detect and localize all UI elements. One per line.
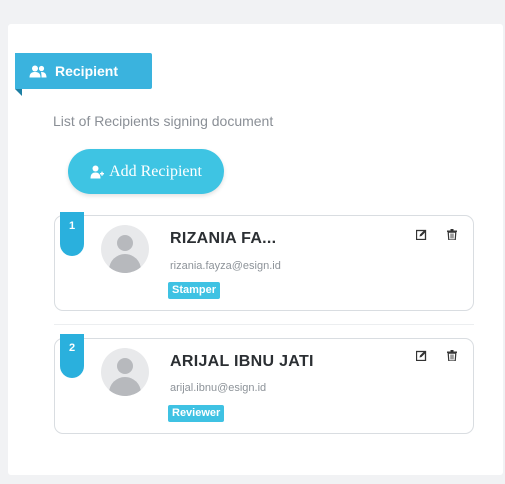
recipient-name: RIZANIA FA... [170,230,277,247]
avatar [101,225,149,273]
add-recipient-button[interactable]: Add Recipient [68,149,224,194]
recipient-email: rizania.fayza@esign.id [170,260,281,272]
recipient-order-badge: 2 [60,334,84,378]
add-recipient-label: Add Recipient [109,162,202,180]
recipient-order-badge: 1 [60,212,84,256]
section-title: Recipient [55,63,119,79]
edit-icon[interactable] [414,348,428,362]
trash-icon[interactable] [445,348,459,362]
role-badge: Reviewer [168,405,225,422]
edit-icon[interactable] [414,227,428,241]
section-subtitle: List of Recipients signing document [53,113,274,129]
avatar [101,348,149,396]
divider [54,324,474,325]
recipient-name: ARIJAL IBNU JATI [170,353,314,370]
ribbon-fold [15,89,22,96]
users-icon [29,65,47,78]
section-header-recipient: Recipient [15,53,152,89]
role-badge: Stamper [168,282,221,299]
recipient-email: arijal.ibnu@esign.id [170,382,267,394]
user-plus-icon [90,165,105,179]
trash-icon[interactable] [445,227,459,241]
